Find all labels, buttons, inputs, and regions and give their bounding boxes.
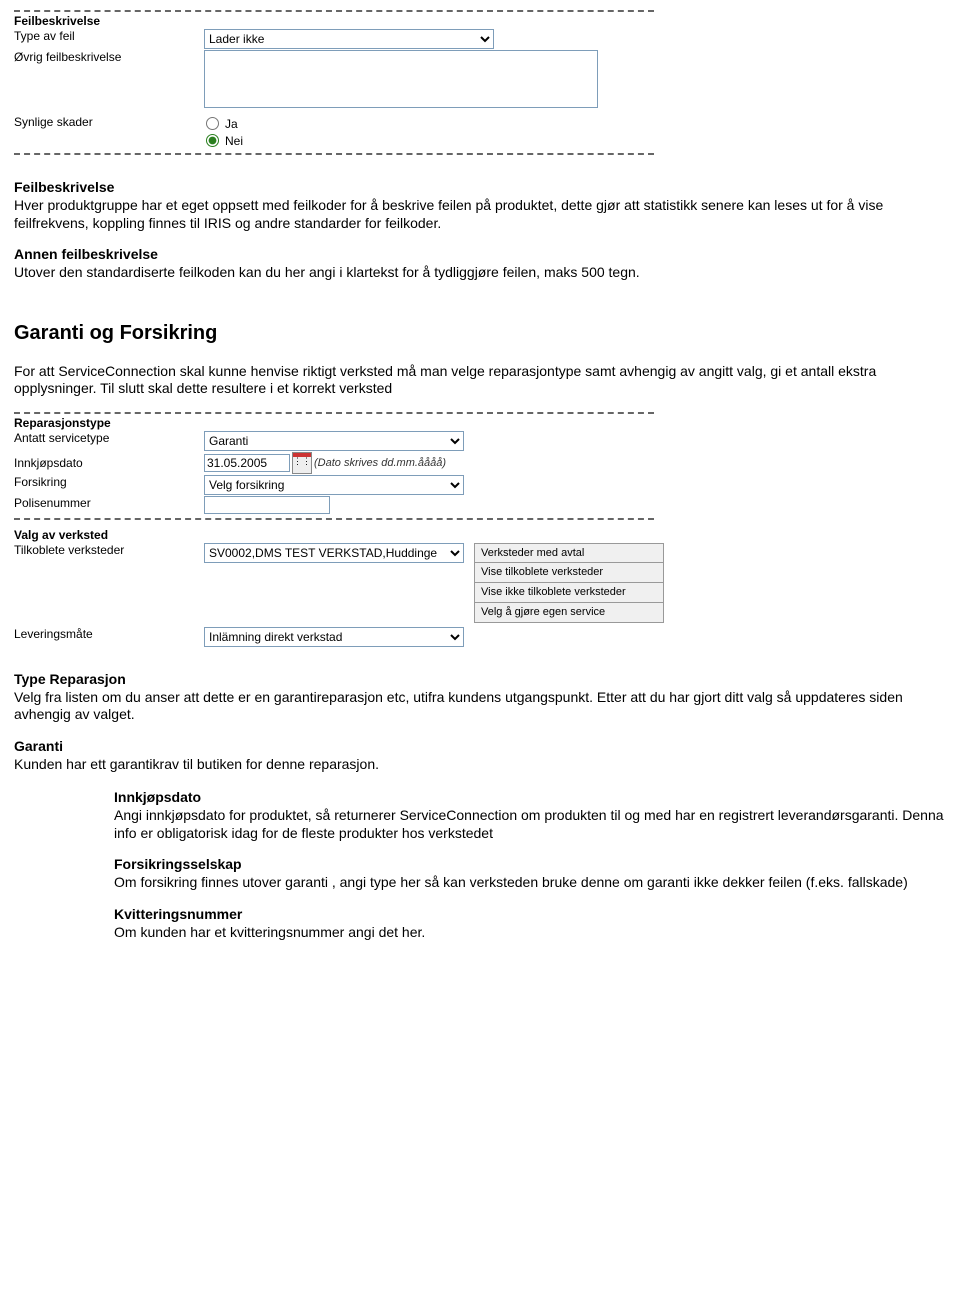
ovrig-feilbeskrivelse-label: Øvrig feilbeskrivelse [14,50,204,64]
type-av-feil-label: Type av feil [14,29,204,43]
reparasjonstype-section: Reparasjonstype Antatt servicetype Garan… [14,412,654,520]
doc-heading-garanti-forsikring: Garanti og Forsikring [14,322,946,345]
reparasjonstype-legend: Reparasjonstype [14,416,654,430]
antatt-servicetype-label: Antatt servicetype [14,431,204,445]
innkjopsdato-label: Innkjøpsdato [14,456,204,470]
synlige-skader-label: Synlige skader [14,115,204,129]
vise-tilkoblete-button[interactable]: Vise tilkoblete verksteder [474,563,664,583]
calendar-icon[interactable]: ⋮⋮ [292,452,312,474]
sub-text-kvitteringsnummer: Om kunden har et kvitteringsnummer angi … [114,924,946,942]
leveringsmate-select[interactable]: Inlämning direkt verkstad [204,627,464,647]
doc-heading-garanti: Garanti [14,738,946,754]
type-av-feil-select[interactable]: Lader ikke [204,29,494,49]
doc-text-type-reparasjon: Velg fra listen om du anser att dette er… [14,689,946,724]
tilkoblete-verksteder-label: Tilkoblete verksteder [14,543,204,557]
doc-text-garanti: Kunden har ett garantikrav til butiken f… [14,756,946,774]
forsikring-select[interactable]: Velg forsikring [204,475,464,495]
doc-text-feilbeskrivelse: Hver produktgruppe har et eget oppsett m… [14,197,946,232]
sub-heading-kvitteringsnummer: Kvitteringsnummer [114,906,946,922]
vise-ikke-tilkoblete-button[interactable]: Vise ikke tilkoblete verksteder [474,583,664,603]
polisenummer-input[interactable] [204,496,330,514]
doc-text-annen: Utover den standardiserte feilkoden kan … [14,264,946,282]
verksteder-med-avtal-button[interactable]: Verksteder med avtal [474,543,664,563]
sub-text-forsikringsselskap: Om forsikring finnes utover garanti , an… [114,874,946,892]
tilkoblete-verksteder-select[interactable]: SV0002,DMS TEST VERKSTAD,Huddinge [204,543,464,563]
velg-egen-service-button[interactable]: Velg å gjøre egen service [474,603,664,623]
innkjopsdato-input[interactable] [204,454,290,472]
doc-heading-type-reparasjon: Type Reparasjon [14,671,946,687]
doc-heading-feilbeskrivelse: Feilbeskrivelse [14,179,946,195]
radio-nei-label: Nei [225,134,243,148]
valg-verksted-section: Valg av verksted Tilkoblete verksteder S… [14,528,946,647]
sub-heading-innkjopsdato: Innkjøpsdato [114,789,946,805]
polisenummer-label: Polisenummer [14,496,204,510]
doc-text-intro: For att ServiceConnection skal kunne hen… [14,363,946,398]
feilbeskrivelse-section: Feilbeskrivelse Type av feil Lader ikke … [14,10,654,155]
synlige-skader-ja-radio[interactable] [206,117,219,130]
antatt-servicetype-select[interactable]: Garanti [204,431,464,451]
sub-text-innkjopsdato: Angi innkjøpsdato for produktet, så retu… [114,807,946,842]
feilbeskrivelse-legend: Feilbeskrivelse [14,14,654,28]
doc-heading-annen: Annen feilbeskrivelse [14,246,946,262]
valg-verksted-legend: Valg av verksted [14,528,946,542]
synlige-skader-nei-radio[interactable] [206,134,219,147]
innkjopsdato-hint: (Dato skrives dd.mm.åååå) [314,457,446,469]
leveringsmate-label: Leveringsmåte [14,627,204,641]
radio-ja-label: Ja [225,117,238,131]
forsikring-label: Forsikring [14,475,204,489]
ovrig-feilbeskrivelse-textarea[interactable] [204,50,598,108]
sub-heading-forsikringsselskap: Forsikringsselskap [114,856,946,872]
